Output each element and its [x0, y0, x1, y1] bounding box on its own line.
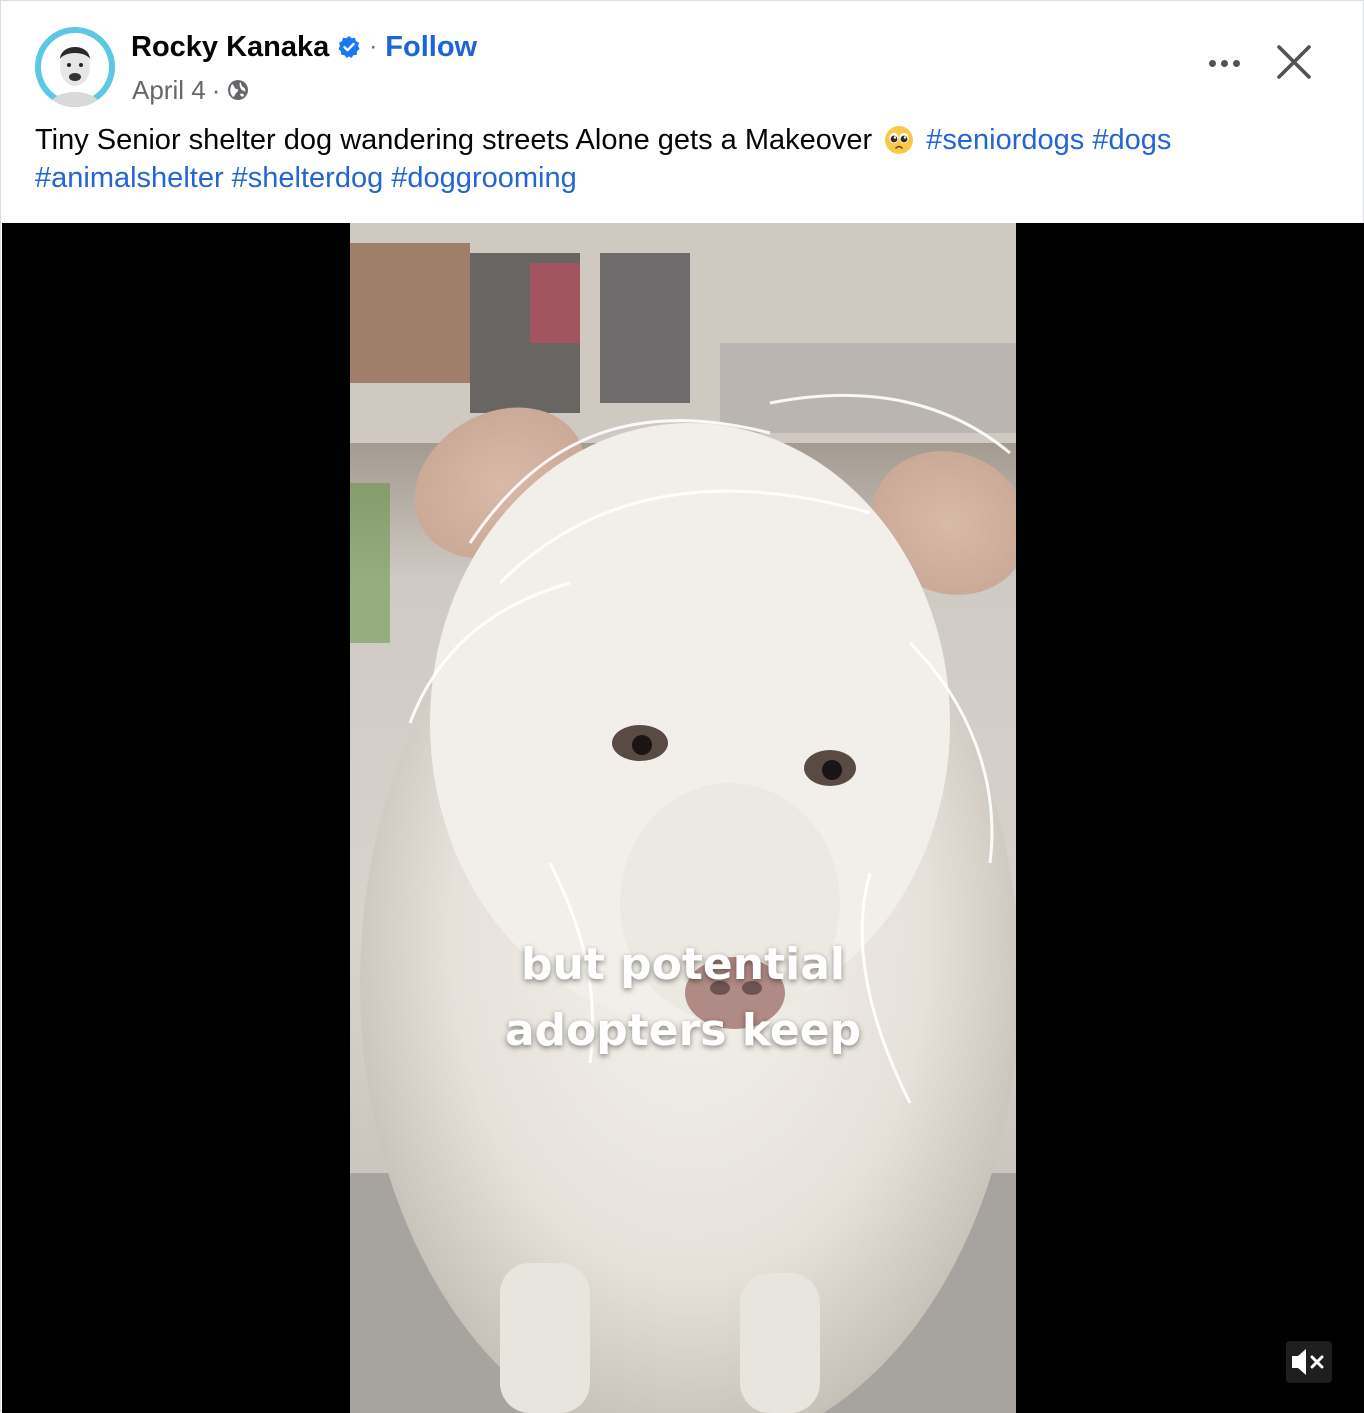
author-avatar[interactable]: [35, 27, 115, 107]
hashtag-link[interactable]: #shelterdog: [232, 162, 384, 194]
video-player[interactable]: but potential adopters keep: [2, 223, 1364, 1413]
follow-button[interactable]: Follow: [385, 31, 477, 64]
hashtag-link[interactable]: #animalshelter: [35, 162, 224, 194]
hashtag-link[interactable]: #seniordogs: [926, 124, 1084, 156]
post-date[interactable]: April 4: [132, 75, 206, 106]
separator-dot: ·: [369, 33, 378, 60]
author-line: Rocky Kanaka · Follow: [131, 29, 477, 65]
verified-badge-icon: [337, 35, 361, 59]
globe-icon[interactable]: [226, 78, 250, 102]
hashtag-link[interactable]: #dogs: [1092, 124, 1171, 156]
video-subtitle-line-1: but potential: [521, 939, 845, 990]
post-meta: April 4 ·: [132, 73, 250, 107]
author-name[interactable]: Rocky Kanaka: [131, 31, 329, 64]
hashtag-link[interactable]: #doggrooming: [391, 162, 576, 194]
post-caption: Tiny Senior shelter dog wandering street…: [35, 121, 1325, 197]
facebook-post-card: Rocky Kanaka · Follow April 4 · Tiny Sen…: [0, 0, 1364, 1413]
meta-separator-dot: ·: [211, 74, 221, 105]
avatar-image: [35, 27, 115, 107]
video-frame: but potential adopters keep: [350, 223, 1016, 1413]
more-options-icon[interactable]: [1199, 45, 1249, 81]
video-subtitle-line-2: adopters keep: [504, 1005, 862, 1056]
pleading-face-emoji-icon: [884, 125, 914, 155]
dog-video-still: [350, 223, 1016, 1413]
caption-text: Tiny Senior shelter dog wandering street…: [35, 124, 873, 156]
close-icon[interactable]: [1269, 37, 1319, 87]
muted-speaker-icon[interactable]: [1286, 1341, 1332, 1383]
